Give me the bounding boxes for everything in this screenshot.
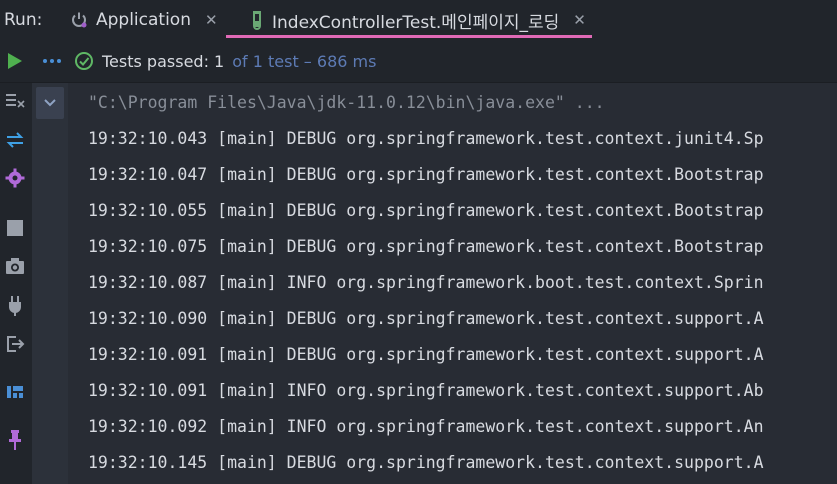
check-circle-icon bbox=[75, 52, 93, 70]
exit-icon[interactable] bbox=[4, 333, 26, 355]
plug-icon[interactable] bbox=[4, 295, 26, 317]
clear-all-icon[interactable] bbox=[4, 89, 26, 111]
log-line: 19:32:10.145 [main] DEBUG org.springfram… bbox=[88, 453, 764, 472]
layout-icon[interactable] bbox=[4, 381, 26, 403]
console-gutter bbox=[32, 83, 68, 484]
spring-power-icon bbox=[70, 11, 88, 29]
camera-icon[interactable] bbox=[4, 255, 26, 277]
tests-passed-text: Tests passed: 1 bbox=[102, 51, 225, 71]
stop-icon[interactable] bbox=[4, 217, 26, 239]
tab-application-label: Application bbox=[96, 10, 191, 30]
log-line: 19:32:10.087 [main] INFO org.springframe… bbox=[88, 273, 764, 292]
console-output[interactable]: "C:\Program Files\Java\jdk-11.0.12\bin\j… bbox=[68, 83, 837, 484]
run-tab-bar: Run: Application ✕ IndexControllerTest.메… bbox=[0, 0, 837, 40]
chevron-down-icon bbox=[44, 99, 56, 107]
test-duration-text: of 1 test – 686 ms bbox=[232, 51, 377, 71]
log-line: 19:32:10.075 [main] DEBUG org.springfram… bbox=[88, 237, 764, 256]
tab-test-label: IndexControllerTest.메인페이지_로딩 bbox=[272, 12, 560, 33]
collapse-button[interactable] bbox=[36, 87, 64, 119]
left-toolbar bbox=[0, 83, 32, 484]
test-flask-icon bbox=[250, 10, 264, 30]
run-label: Run: bbox=[4, 10, 43, 30]
close-icon[interactable]: ✕ bbox=[205, 11, 218, 29]
rerun-button[interactable] bbox=[6, 40, 24, 82]
swap-arrows-icon[interactable] bbox=[4, 129, 26, 151]
log-line: 19:32:10.091 [main] INFO org.springframe… bbox=[88, 381, 764, 400]
test-status: Tests passed: 1 of 1 test – 686 ms bbox=[74, 40, 376, 82]
more-options-button[interactable] bbox=[42, 40, 62, 82]
log-line: 19:32:10.090 [main] DEBUG org.springfram… bbox=[88, 309, 764, 328]
command-line: "C:\Program Files\Java\jdk-11.0.12\bin\j… bbox=[88, 93, 605, 112]
log-line: 19:32:10.055 [main] DEBUG org.springfram… bbox=[88, 201, 764, 220]
log-line: 19:32:10.047 [main] DEBUG org.springfram… bbox=[88, 165, 764, 184]
log-line: 19:32:10.091 [main] DEBUG org.springfram… bbox=[88, 345, 764, 364]
more-dots-icon bbox=[43, 59, 61, 63]
close-icon[interactable]: ✕ bbox=[573, 11, 586, 29]
tab-application[interactable]: Application ✕ bbox=[70, 0, 218, 40]
play-icon bbox=[8, 53, 22, 69]
pin-icon[interactable] bbox=[4, 429, 26, 451]
settings-gear-icon[interactable] bbox=[4, 167, 26, 189]
log-line: 19:32:10.043 [main] DEBUG org.springfram… bbox=[88, 129, 764, 148]
tab-index-controller-test[interactable]: IndexControllerTest.메인페이지_로딩 ✕ bbox=[226, 0, 592, 40]
log-line: 19:32:10.092 [main] INFO org.springframe… bbox=[88, 417, 764, 436]
test-toolbar: Tests passed: 1 of 1 test – 686 ms bbox=[0, 40, 837, 83]
